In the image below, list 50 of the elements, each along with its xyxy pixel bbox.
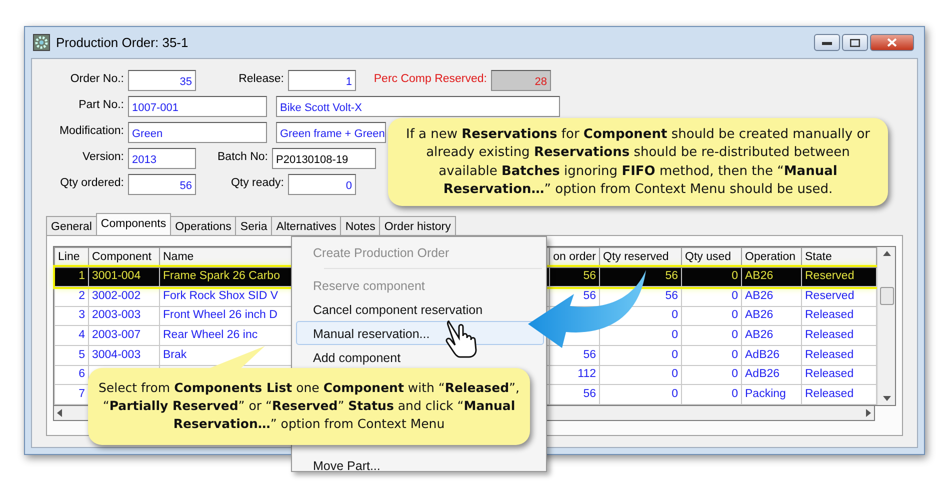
- field-label: Modification:: [58, 124, 125, 140]
- table-cell: AdB26: [742, 365, 802, 385]
- table-cell: 3004-003: [88, 345, 160, 366]
- field-label: Part No.:: [78, 98, 125, 114]
- table-cell: 2003-007: [88, 326, 160, 346]
- field-label: Qty ready:: [230, 176, 285, 192]
- table-cell: Packing: [742, 384, 802, 404]
- table-cell: AdB26: [742, 345, 802, 366]
- table-cell: AB26: [742, 286, 802, 306]
- table-cell: 0: [682, 286, 742, 306]
- table-cell: 0: [600, 365, 682, 385]
- table-cell: 56: [550, 267, 600, 287]
- window-title: Production Order: 35-1: [56, 34, 188, 52]
- field-label: Qty ordered:: [59, 176, 125, 192]
- table-cell: 0: [682, 365, 742, 385]
- field-label: Release:: [238, 72, 285, 88]
- table-cell: 56: [600, 267, 682, 287]
- field-label: Perc Comp Reserved:: [372, 72, 488, 88]
- field-label: Order No.:: [69, 72, 125, 88]
- table-cell: Released: [802, 306, 876, 326]
- table-cell: 0: [682, 267, 742, 287]
- table-cell: AB26: [742, 306, 802, 326]
- table-cell: 112: [550, 365, 600, 385]
- table-cell: 3002-002: [88, 286, 160, 306]
- table-cell: Released: [802, 365, 876, 385]
- table-cell: 0: [600, 345, 682, 366]
- table-cell: Released: [802, 384, 876, 404]
- table-cell: 4: [54, 326, 88, 346]
- table-cell: Reserved: [802, 267, 876, 287]
- table-cell: 0: [682, 326, 742, 346]
- table-cell: 0: [682, 306, 742, 326]
- table-cell: 0: [600, 384, 682, 404]
- table-cell: 3: [54, 306, 88, 326]
- table-cell: 2: [54, 286, 88, 306]
- table-cell: 0: [682, 384, 742, 404]
- callout-text: If a new Reservations for Component should be created manually or already existing Reservations should be re-distributed between available Batches ignoring FIFO method, then the “Manual Reservation…” option from Context Menu should be used.: [388, 118, 888, 206]
- table-cell: 3001-004: [88, 267, 160, 287]
- table-cell: AB26: [742, 326, 802, 346]
- table-cell: Released: [802, 345, 876, 366]
- readonly-field: 28: [491, 70, 551, 90]
- table-cell: 5: [54, 345, 88, 366]
- table-cell: Released: [802, 326, 876, 346]
- table-cell: 0: [682, 345, 742, 366]
- field-label: Batch No:: [216, 150, 269, 166]
- table-cell: 2003-003: [88, 306, 160, 326]
- table-cell: 1: [54, 267, 88, 287]
- field-label: Version:: [81, 150, 125, 166]
- table-cell: 56: [550, 384, 600, 404]
- table-cell: AB26: [742, 267, 802, 287]
- table-cell: Reserved: [802, 286, 876, 306]
